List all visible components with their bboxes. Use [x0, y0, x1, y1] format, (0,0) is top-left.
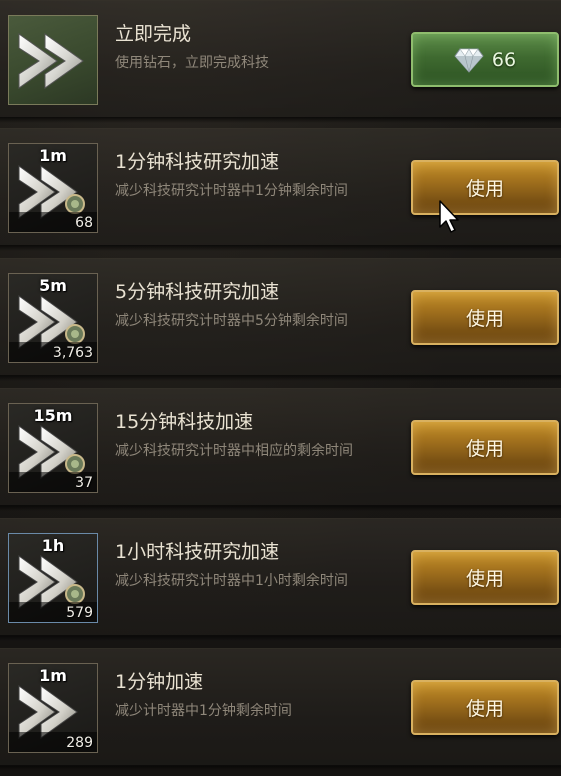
item-count: 579 — [66, 605, 93, 621]
item-icon-box: 5m 3,763 — [8, 273, 98, 363]
item-title: 15分钟科技加速 — [115, 411, 254, 433]
duration-tag: 15m — [33, 406, 73, 425]
speedup-panel: 立即完成 使用钻石，立即完成科技 66 1m 68 1分钟科技研究加速 减少科技… — [0, 0, 561, 776]
diamond-icon — [454, 47, 484, 73]
double-arrow-icon — [18, 33, 84, 89]
duration-tag: 1h — [41, 536, 65, 555]
use-button[interactable]: 使用 — [411, 160, 559, 215]
item-description: 减少科技研究计时器中1分钟剩余时间 — [115, 183, 348, 199]
item-icon-box — [8, 15, 98, 105]
item-description: 减少科技研究计时器中1小时剩余时间 — [115, 573, 348, 589]
use-button[interactable]: 使用 — [411, 420, 559, 475]
mouse-cursor-icon — [439, 200, 459, 233]
list-item: 1m 68 1分钟科技研究加速 减少科技研究计时器中1分钟剩余时间 使用 — [0, 128, 561, 251]
list-item-instant-complete: 立即完成 使用钻石，立即完成科技 66 — [0, 0, 561, 123]
duration-tag: 5m — [39, 276, 67, 295]
item-description: 使用钻石，立即完成科技 — [115, 55, 269, 71]
use-button-label: 使用 — [465, 698, 504, 720]
list-item: 1h 579 1小时科技研究加速 减少科技研究计时器中1小时剩余时间 使用 — [0, 518, 561, 641]
duration-tag: 1m — [39, 666, 67, 685]
use-button[interactable]: 使用 — [411, 550, 559, 605]
list-item: 1m 289 1分钟加速 减少计时器中1分钟剩余时间 使用 — [0, 648, 561, 771]
use-button[interactable]: 使用 — [411, 290, 559, 345]
item-title: 1分钟加速 — [115, 671, 204, 693]
item-description: 减少计时器中1分钟剩余时间 — [115, 703, 292, 719]
item-title: 1分钟科技研究加速 — [115, 151, 280, 173]
item-count: 289 — [66, 735, 93, 751]
item-count: 37 — [75, 475, 93, 491]
item-title: 1小时科技研究加速 — [115, 541, 280, 563]
item-icon-box: 1m 289 — [8, 663, 98, 753]
duration-tag: 1m — [39, 146, 67, 165]
use-button-label: 使用 — [465, 308, 504, 330]
item-count: 68 — [75, 215, 93, 231]
item-icon-box: 1m 68 — [8, 143, 98, 233]
item-count: 3,763 — [52, 345, 93, 361]
use-button[interactable]: 使用 — [411, 680, 559, 735]
list-item: 5m 3,763 5分钟科技研究加速 减少科技研究计时器中5分钟剩余时间 使用 — [0, 258, 561, 381]
item-icon-box: 15m 37 — [8, 403, 98, 493]
item-description: 减少科技研究计时器中相应的剩余时间 — [115, 443, 353, 459]
item-description: 减少科技研究计时器中5分钟剩余时间 — [115, 313, 348, 329]
use-button-label: 使用 — [465, 568, 504, 590]
use-button-label: 使用 — [465, 178, 504, 200]
use-button-label: 使用 — [465, 438, 504, 460]
list-item: 15m 37 15分钟科技加速 减少科技研究计时器中相应的剩余时间 使用 — [0, 388, 561, 511]
diamond-cost: 66 — [491, 48, 517, 71]
item-title: 5分钟科技研究加速 — [115, 281, 280, 303]
item-icon-box: 1h 579 — [8, 533, 98, 623]
item-title: 立即完成 — [115, 23, 192, 45]
instant-complete-button[interactable]: 66 — [411, 32, 559, 87]
